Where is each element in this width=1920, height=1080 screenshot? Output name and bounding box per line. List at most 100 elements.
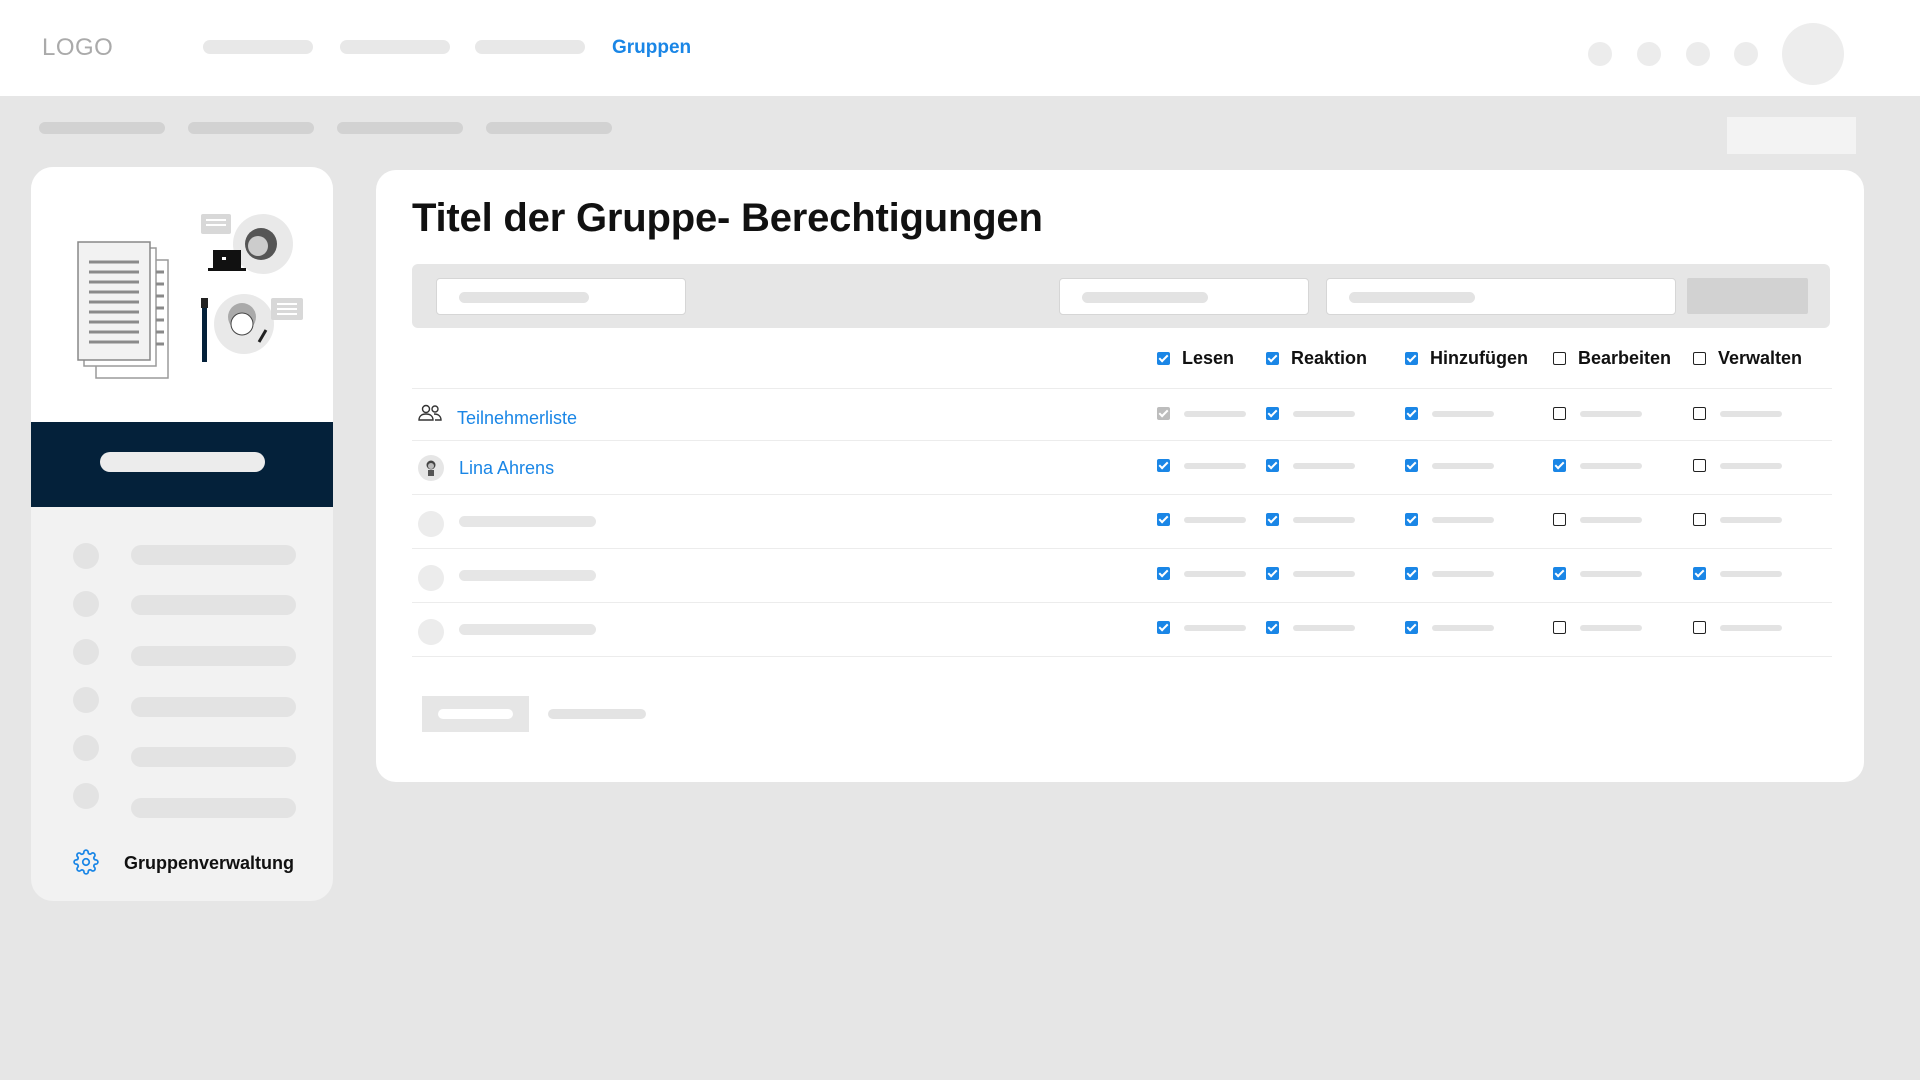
nav-item-placeholder-1[interactable] xyxy=(203,40,313,54)
permission-checkbox[interactable] xyxy=(1693,567,1706,580)
logo[interactable]: LOGO xyxy=(42,34,113,62)
column-checkbox[interactable] xyxy=(1266,352,1279,365)
row-name-teilnehmerliste[interactable]: Teilnehmerliste xyxy=(457,408,577,429)
cancel-link[interactable] xyxy=(548,709,646,719)
nav-item-gruppen[interactable]: Gruppen xyxy=(612,37,691,59)
permission-checkbox[interactable] xyxy=(1266,513,1279,526)
permission-checkbox[interactable] xyxy=(1553,407,1566,420)
permission-checkbox[interactable] xyxy=(1693,407,1706,420)
breadcrumb-item-4[interactable] xyxy=(486,122,612,134)
row-divider xyxy=(412,656,1832,657)
header-icon-4[interactable] xyxy=(1734,42,1758,66)
permission-cell xyxy=(1405,407,1494,420)
permission-cell xyxy=(1405,513,1494,526)
permission-cell xyxy=(1266,513,1355,526)
sidebar-item-icon-6 xyxy=(73,783,99,809)
sidebar-item-label[interactable]: Gruppenverwaltung xyxy=(124,853,294,874)
group-sidebar: Gruppenverwaltung xyxy=(31,167,333,901)
sidebar-item-6[interactable] xyxy=(131,798,296,818)
permission-label-placeholder xyxy=(1293,410,1355,417)
save-button[interactable] xyxy=(422,696,529,732)
permission-checkbox[interactable] xyxy=(1405,621,1418,634)
permission-checkbox[interactable] xyxy=(1266,459,1279,472)
permission-checkbox[interactable] xyxy=(1266,407,1279,420)
permission-checkbox[interactable] xyxy=(1266,621,1279,634)
row-name-placeholder[interactable] xyxy=(459,516,596,527)
permission-checkbox[interactable] xyxy=(1157,567,1170,580)
permission-checkbox[interactable] xyxy=(1693,459,1706,472)
permission-label-placeholder xyxy=(1720,624,1782,631)
column-checkbox[interactable] xyxy=(1693,352,1706,365)
column-checkbox[interactable] xyxy=(1157,352,1170,365)
permission-checkbox[interactable] xyxy=(1693,621,1706,634)
row-name-placeholder[interactable] xyxy=(459,624,596,635)
permission-checkbox[interactable] xyxy=(1553,459,1566,472)
group-name-placeholder xyxy=(100,452,265,472)
breadcrumb-item-3[interactable] xyxy=(337,122,463,134)
permission-cell xyxy=(1693,567,1782,580)
group-illustration xyxy=(77,214,303,379)
permission-checkbox[interactable] xyxy=(1553,513,1566,526)
permission-label-placeholder xyxy=(1720,462,1782,469)
avatar[interactable] xyxy=(418,455,444,481)
permission-checkbox[interactable] xyxy=(1553,567,1566,580)
permission-label-placeholder xyxy=(1720,570,1782,577)
column-header-bearbeiten[interactable]: Bearbeiten xyxy=(1553,348,1671,369)
permission-checkbox[interactable] xyxy=(1405,459,1418,472)
breadcrumb-item-1[interactable] xyxy=(39,122,165,134)
filter-apply-button[interactable] xyxy=(1687,278,1808,314)
group-illustration-area xyxy=(31,167,333,422)
row-name-lina-ahrens[interactable]: Lina Ahrens xyxy=(459,458,554,479)
nav-item-placeholder-2[interactable] xyxy=(340,40,450,54)
permission-checkbox[interactable] xyxy=(1405,567,1418,580)
permission-cell xyxy=(1693,513,1782,526)
group-name-band xyxy=(31,422,333,507)
permission-checkbox[interactable] xyxy=(1693,513,1706,526)
sidebar-item-icon-4 xyxy=(73,687,99,713)
column-header-lesen[interactable]: Lesen xyxy=(1157,348,1234,369)
permission-checkbox[interactable] xyxy=(1157,621,1170,634)
permission-checkbox[interactable] xyxy=(1266,567,1279,580)
user-avatar[interactable] xyxy=(1782,23,1844,85)
nav-item-placeholder-3[interactable] xyxy=(475,40,585,54)
header-action-button[interactable] xyxy=(1727,117,1856,154)
header-icon-3[interactable] xyxy=(1686,42,1710,66)
sidebar-item-gruppenverwaltung[interactable] xyxy=(73,849,99,875)
permission-cell xyxy=(1157,513,1246,526)
row-divider xyxy=(412,602,1832,603)
permission-cell xyxy=(1266,567,1355,580)
permission-label-placeholder xyxy=(1293,516,1355,523)
sidebar-item-5[interactable] xyxy=(131,747,296,767)
header-icon-1[interactable] xyxy=(1588,42,1612,66)
permission-checkbox[interactable] xyxy=(1553,621,1566,634)
permission-checkbox[interactable] xyxy=(1157,513,1170,526)
column-checkbox[interactable] xyxy=(1405,352,1418,365)
column-header-reaktion[interactable]: Reaktion xyxy=(1266,348,1367,369)
permission-checkbox[interactable] xyxy=(1405,407,1418,420)
permission-checkbox[interactable] xyxy=(1157,459,1170,472)
row-name-placeholder[interactable] xyxy=(459,570,596,581)
filter-bar xyxy=(412,264,1830,328)
permission-cell xyxy=(1266,621,1355,634)
permission-checkbox[interactable] xyxy=(1157,407,1170,420)
row-divider xyxy=(412,440,1832,441)
top-navigation-bar: LOGO Gruppen xyxy=(0,0,1920,96)
column-label: Verwalten xyxy=(1718,348,1803,368)
sidebar-item-1[interactable] xyxy=(131,545,296,565)
column-header-hinzufuegen[interactable]: Hinzufügen xyxy=(1405,348,1528,369)
sidebar-item-4[interactable] xyxy=(131,697,296,717)
filter-select-1[interactable] xyxy=(1059,278,1309,315)
sidebar-item-2[interactable] xyxy=(131,595,296,615)
permission-cell xyxy=(1157,567,1246,580)
column-header-verwalten[interactable]: Verwalten xyxy=(1693,348,1802,369)
column-checkbox[interactable] xyxy=(1553,352,1566,365)
header-icon-2[interactable] xyxy=(1637,42,1661,66)
row-divider xyxy=(412,548,1832,549)
search-input[interactable] xyxy=(436,278,686,315)
row-divider xyxy=(412,494,1832,495)
sidebar-item-3[interactable] xyxy=(131,646,296,666)
permission-cell xyxy=(1266,459,1355,472)
breadcrumb-item-2[interactable] xyxy=(188,122,314,134)
filter-select-2[interactable] xyxy=(1326,278,1676,315)
permission-checkbox[interactable] xyxy=(1405,513,1418,526)
